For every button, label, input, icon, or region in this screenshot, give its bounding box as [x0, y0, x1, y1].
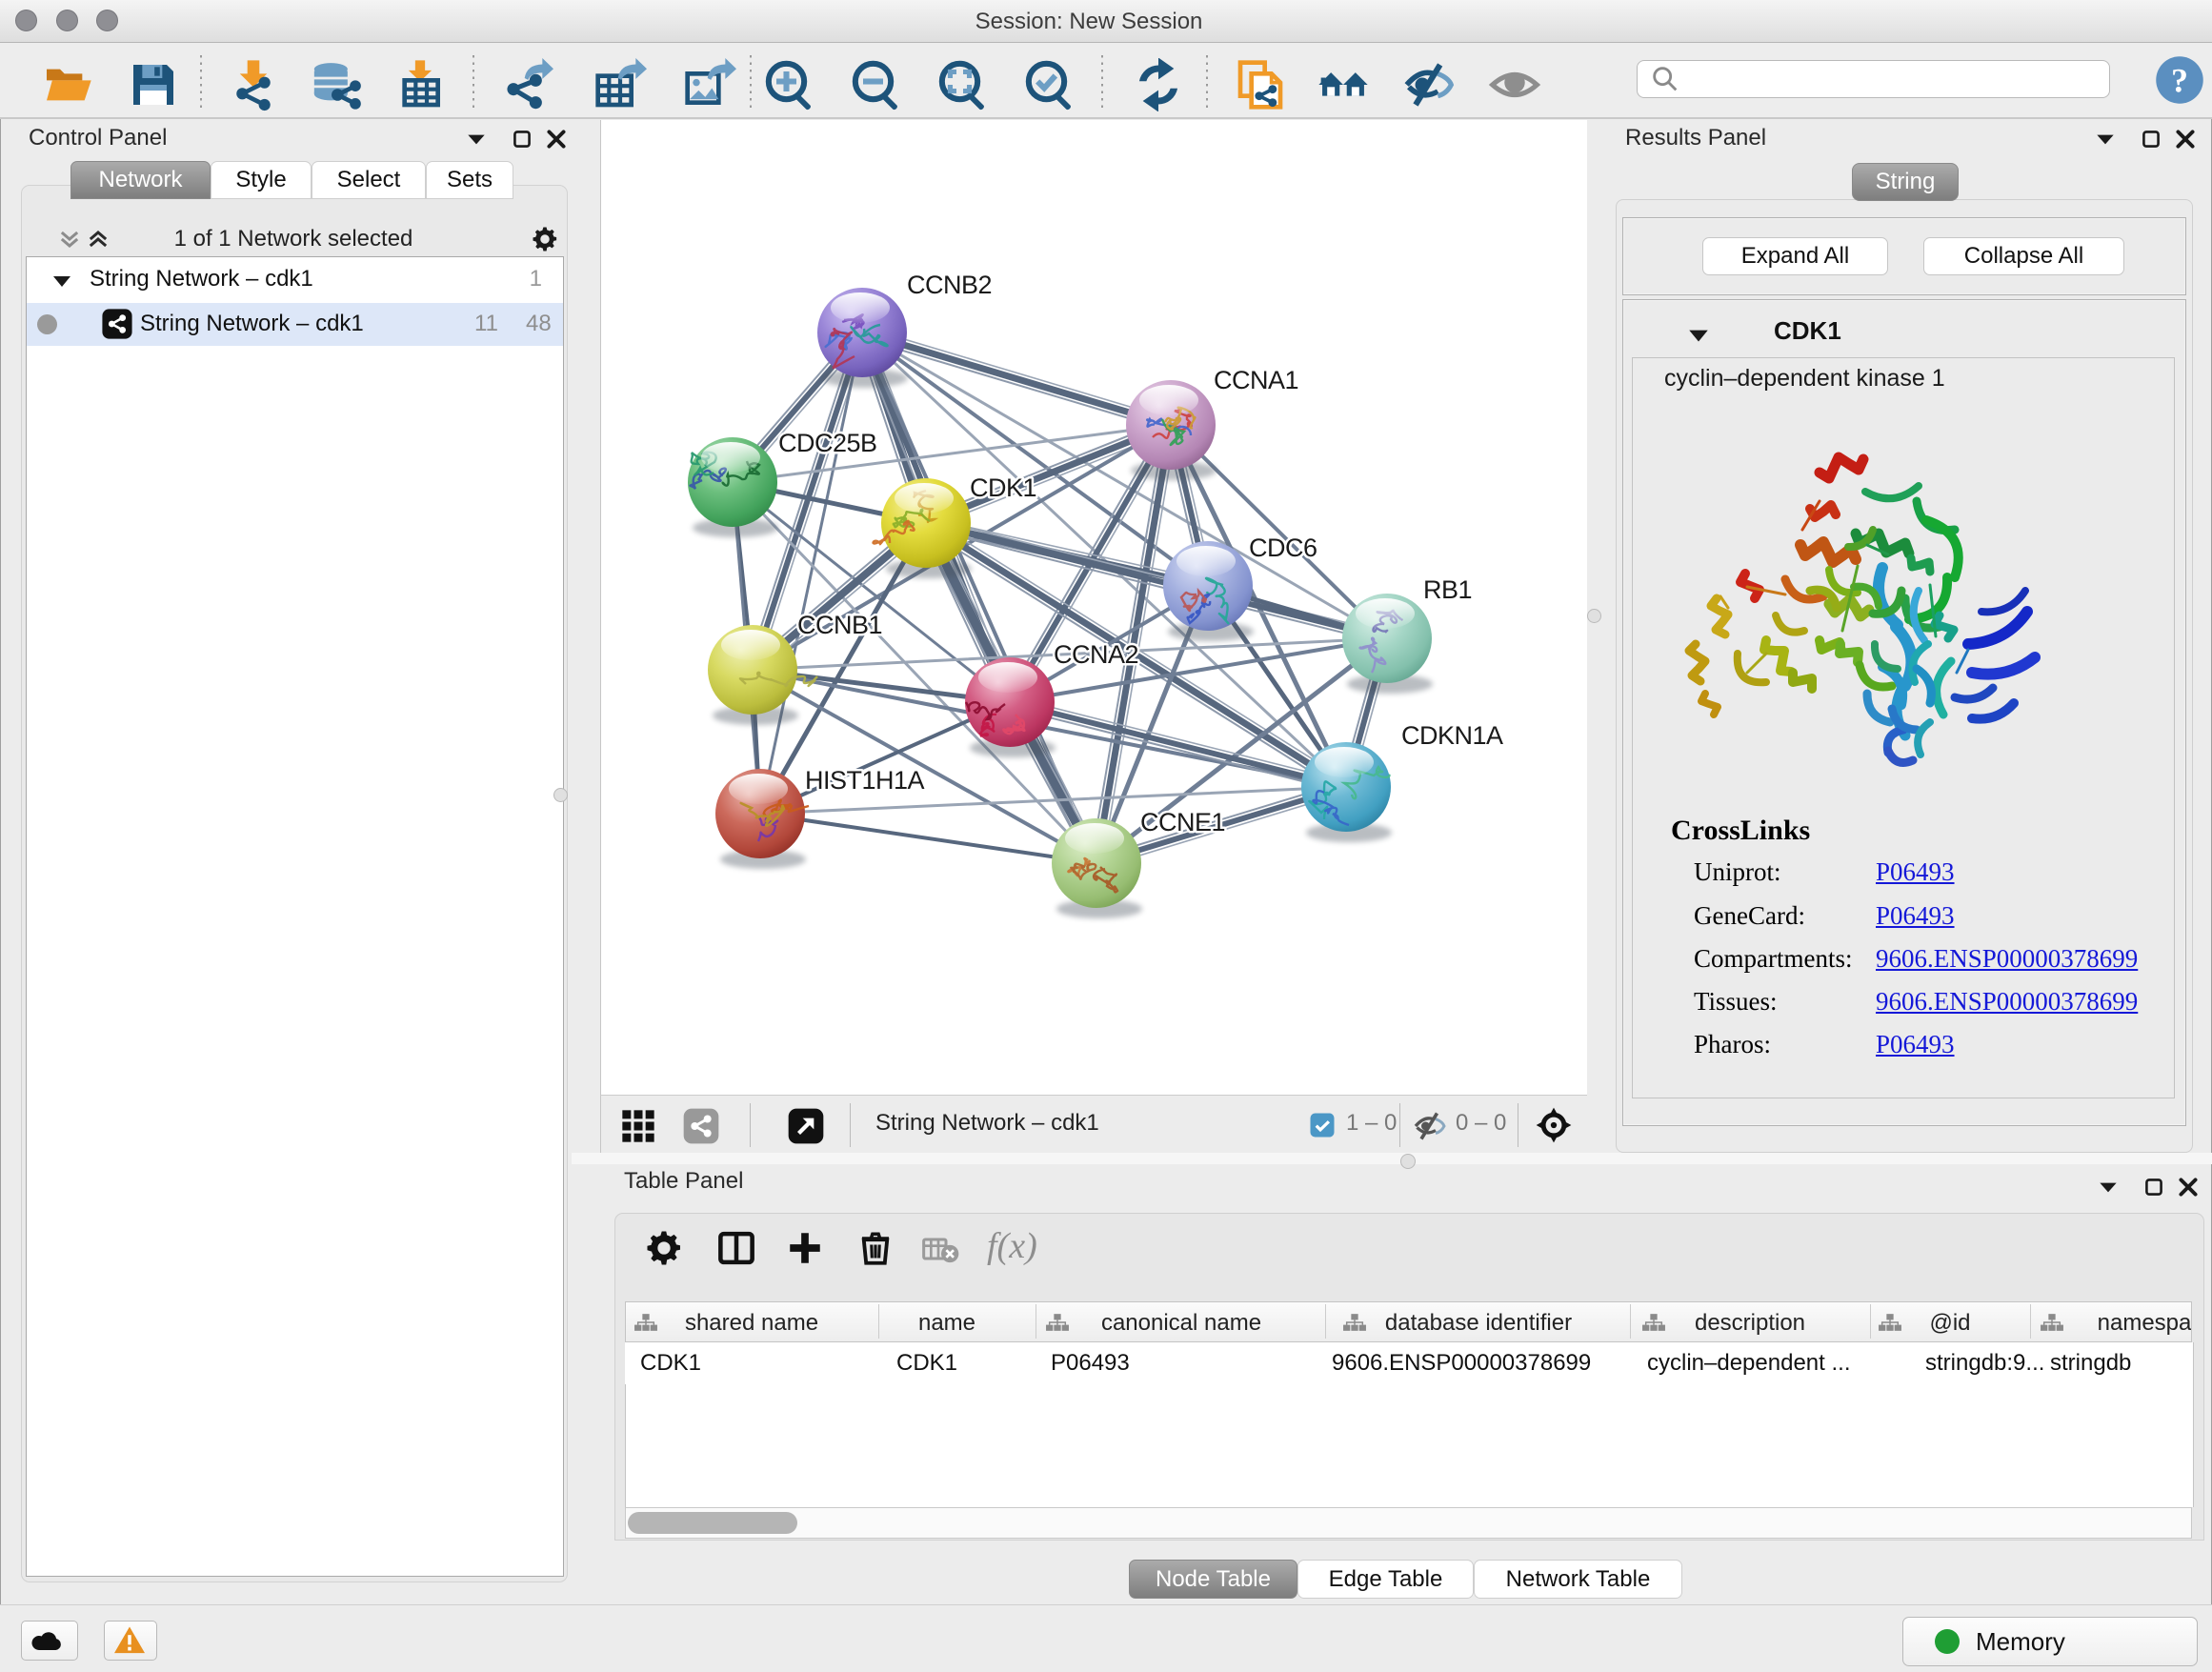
svg-text:CCNB2: CCNB2 [907, 271, 992, 299]
svg-text:CCNA2: CCNA2 [1054, 640, 1138, 669]
svg-text:CDK1: CDK1 [970, 473, 1036, 502]
svg-text:?: ? [2171, 61, 2188, 99]
svg-text:RB1: RB1 [1423, 575, 1472, 604]
svg-text:CDC25B: CDC25B [778, 429, 877, 457]
svg-text:CCNB1: CCNB1 [797, 611, 882, 639]
svg-text:CDC6: CDC6 [1249, 534, 1317, 562]
svg-text:CDKN1A: CDKN1A [1401, 721, 1503, 750]
svg-text:CCNE1: CCNE1 [1140, 808, 1225, 836]
svg-text:CCNA1: CCNA1 [1214, 366, 1298, 394]
svg-text:HIST1H1A: HIST1H1A [805, 766, 925, 795]
